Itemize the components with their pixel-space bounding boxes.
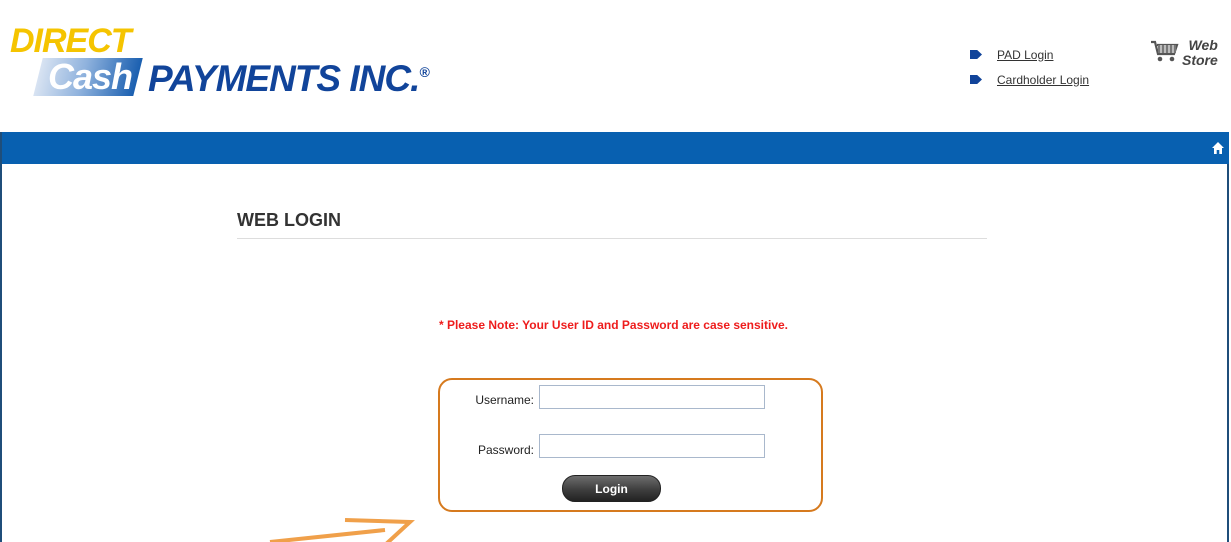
password-label: Password: xyxy=(477,443,534,457)
password-input[interactable] xyxy=(539,434,765,458)
home-icon[interactable] xyxy=(1211,141,1225,155)
pad-login-link[interactable]: PAD Login xyxy=(997,48,1053,62)
nav-bar xyxy=(2,132,1229,164)
title-divider xyxy=(237,238,987,239)
logo-payments-text: PAYMENTS INC.® xyxy=(148,58,430,100)
bullet-arrow-icon xyxy=(970,75,982,84)
logo-payments-label: PAYMENTS INC. xyxy=(148,58,420,99)
username-label: Username: xyxy=(475,393,534,407)
web-store-label: Web Store xyxy=(1182,38,1218,68)
login-button[interactable]: Login xyxy=(562,475,661,502)
logo-registered-mark: ® xyxy=(419,64,429,80)
company-logo[interactable]: DIRECT Cash PAYMENTS INC.® xyxy=(10,22,460,102)
bullet-arrow-icon xyxy=(970,50,982,59)
web-store-line1: Web xyxy=(1188,37,1218,53)
pad-login-row: PAD Login xyxy=(970,42,1089,67)
shopping-cart-icon xyxy=(1151,40,1179,62)
cardholder-login-link[interactable]: Cardholder Login xyxy=(997,73,1089,87)
top-links: PAD Login Cardholder Login xyxy=(970,42,1089,92)
web-store-link[interactable]: Web Store xyxy=(1150,38,1218,68)
case-sensitive-note-text: * Please Note: Your User ID and Password… xyxy=(438,318,789,332)
username-input[interactable] xyxy=(539,385,765,409)
web-store-line2: Store xyxy=(1182,52,1218,68)
case-sensitive-note: * Please Note: Your User ID and Password… xyxy=(0,318,1231,332)
cardholder-login-row: Cardholder Login xyxy=(970,67,1089,92)
header: DIRECT Cash PAYMENTS INC.® PAD Login Car… xyxy=(0,0,1231,132)
page-title: WEB LOGIN xyxy=(237,210,341,230)
logo-cash-text: Cash xyxy=(48,56,133,97)
